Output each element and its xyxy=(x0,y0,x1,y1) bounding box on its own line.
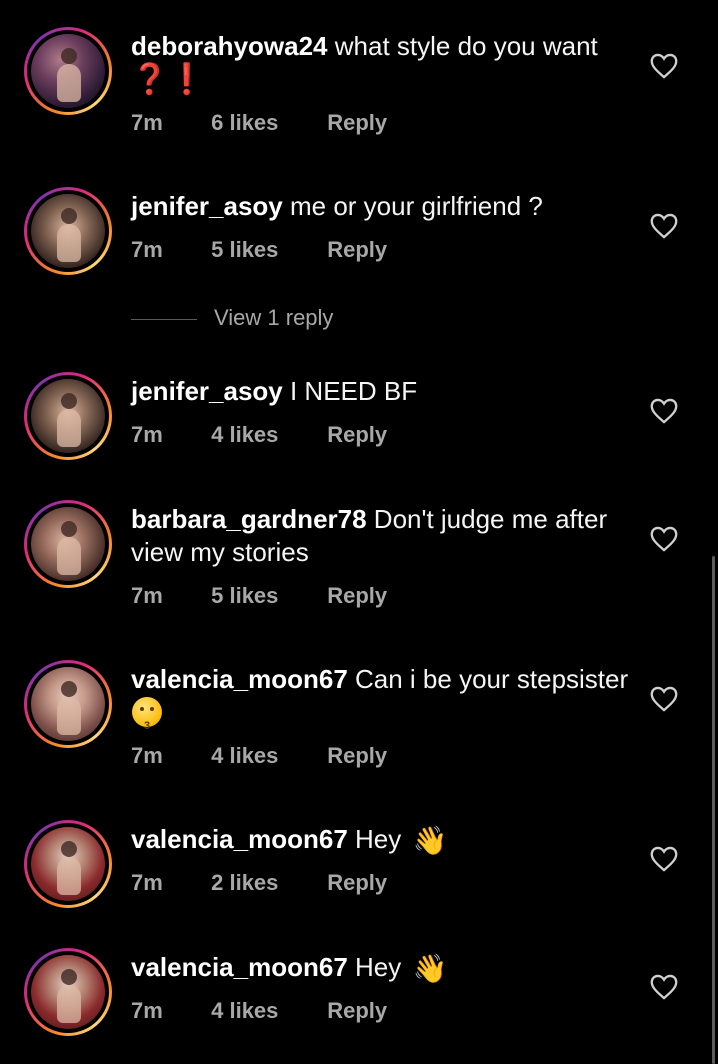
heart-outline-icon[interactable] xyxy=(650,686,678,712)
avatar-story-ring[interactable] xyxy=(24,500,112,588)
comment-text: jenifer_asoy I NEED BF xyxy=(131,375,631,408)
comment-text: valencia_moon67 Hey 👋 xyxy=(131,823,631,856)
comment-time: 7m xyxy=(131,110,163,135)
reply-button[interactable]: Reply xyxy=(327,237,387,263)
comment-text: barbara_gardner78 Don't judge me after v… xyxy=(131,503,631,569)
avatar xyxy=(31,827,105,901)
comment-meta: 7m 2 likes Reply xyxy=(131,870,387,896)
comment-meta: 7m 6 likes Reply xyxy=(131,110,387,136)
comment-likes[interactable]: 4 likes xyxy=(211,998,321,1024)
scrollbar[interactable] xyxy=(712,556,715,1064)
avatar-story-ring[interactable] xyxy=(24,372,112,460)
heart-outline-icon[interactable] xyxy=(650,974,678,1000)
reply-button[interactable]: Reply xyxy=(327,998,387,1024)
comment-likes[interactable]: 5 likes xyxy=(211,237,321,263)
comment-likes[interactable]: 2 likes xyxy=(211,870,321,896)
view-replies-label: View 1 reply xyxy=(214,305,334,330)
avatar xyxy=(31,667,105,741)
avatar xyxy=(31,194,105,268)
kissing-face-emoji xyxy=(132,697,162,743)
reply-button[interactable]: Reply xyxy=(327,422,387,448)
comment-body: Hey xyxy=(355,952,402,982)
comment-body: I NEED BF xyxy=(289,376,418,406)
comment-username[interactable]: valencia_moon67 xyxy=(131,824,348,854)
comment-likes[interactable]: 4 likes xyxy=(211,743,321,769)
comment-time: 7m xyxy=(131,743,163,768)
reply-thread-divider xyxy=(131,319,197,320)
comment-text: valencia_moon67 Can i be your stepsister xyxy=(131,663,631,743)
comment-body: Can i be your stepsister xyxy=(355,664,629,694)
reply-button[interactable]: Reply xyxy=(327,583,387,609)
reply-button[interactable]: Reply xyxy=(327,870,387,896)
heart-outline-icon[interactable] xyxy=(650,846,678,872)
comment-meta: 7m 4 likes Reply xyxy=(131,743,387,769)
comment-likes[interactable]: 6 likes xyxy=(211,110,321,136)
waving-hand-emoji: 👋 xyxy=(412,953,448,984)
comment-meta: 7m 5 likes Reply xyxy=(131,237,387,263)
reply-button[interactable]: Reply xyxy=(327,743,387,769)
comment-body: me or your girlfriend ? xyxy=(289,191,543,221)
comment-meta: 7m 4 likes Reply xyxy=(131,422,387,448)
heart-outline-icon[interactable] xyxy=(650,398,678,424)
comment-time: 7m xyxy=(131,422,163,447)
avatar-story-ring[interactable] xyxy=(24,660,112,748)
comment-username[interactable]: valencia_moon67 xyxy=(131,664,348,694)
heart-outline-icon[interactable] xyxy=(650,53,678,79)
heart-outline-icon[interactable] xyxy=(650,213,678,239)
view-replies-button[interactable]: View 1 reply xyxy=(131,304,431,336)
comment-username[interactable]: barbara_gardner78 xyxy=(131,504,367,534)
avatar xyxy=(31,379,105,453)
avatar-story-ring[interactable] xyxy=(24,27,112,115)
comment-username[interactable]: jenifer_asoy xyxy=(131,376,283,406)
comment-text: valencia_moon67 Hey 👋 xyxy=(131,951,631,984)
comment-text: deborahyowa24 what style do you want ❓❗ xyxy=(131,30,631,97)
avatar xyxy=(31,507,105,581)
comment-username[interactable]: valencia_moon67 xyxy=(131,952,348,982)
heart-outline-icon[interactable] xyxy=(650,526,678,552)
avatar xyxy=(31,34,105,108)
reply-button[interactable]: Reply xyxy=(327,110,387,136)
comment-text: jenifer_asoy me or your girlfriend ? xyxy=(131,190,631,223)
comment-body: what style do you want xyxy=(334,31,598,61)
avatar-story-ring[interactable] xyxy=(24,820,112,908)
avatar-story-ring[interactable] xyxy=(24,948,112,1036)
waving-hand-emoji: 👋 xyxy=(412,825,448,856)
comment-likes[interactable]: 5 likes xyxy=(211,583,321,609)
comment-likes[interactable]: 4 likes xyxy=(211,422,321,448)
comment-time: 7m xyxy=(131,870,163,895)
comment-time: 7m xyxy=(131,998,163,1023)
comment-username[interactable]: deborahyowa24 xyxy=(131,31,328,61)
red-question-mark-emoji: ❓❗ xyxy=(131,63,206,96)
comment-meta: 7m 5 likes Reply xyxy=(131,583,387,609)
comment-time: 7m xyxy=(131,583,163,608)
comment-body: Hey xyxy=(355,824,402,854)
comment-username[interactable]: jenifer_asoy xyxy=(131,191,283,221)
comment-meta: 7m 4 likes Reply xyxy=(131,998,387,1024)
comment-time: 7m xyxy=(131,237,163,262)
avatar xyxy=(31,955,105,1029)
avatar-story-ring[interactable] xyxy=(24,187,112,275)
